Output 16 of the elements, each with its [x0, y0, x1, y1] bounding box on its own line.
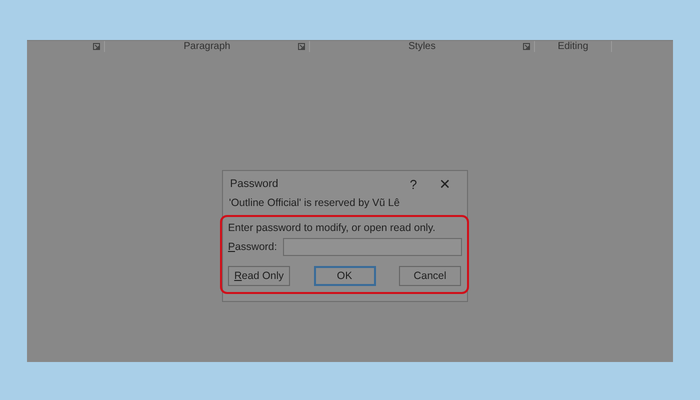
prompt-text: Enter password to modify, or open read only.	[228, 222, 436, 234]
dialog-title: Password	[230, 178, 280, 190]
ribbon-group-label: Styles	[408, 41, 436, 52]
help-button[interactable]: ?	[410, 176, 417, 192]
ok-button[interactable]: OK	[314, 266, 376, 286]
read-only-button[interactable]: Read Only	[228, 266, 290, 286]
ribbon-group-label: Editing	[558, 41, 588, 52]
password-label: Password:	[228, 241, 278, 253]
close-button[interactable]: ✕	[439, 176, 451, 192]
dialog-launcher-icon[interactable]	[523, 43, 530, 50]
ribbon-group-label: Paragraph	[184, 41, 230, 52]
dialog-launcher-icon[interactable]	[298, 43, 305, 50]
cancel-button[interactable]: Cancel	[399, 266, 461, 286]
reserved-message: 'Outline Official' is reserved by Vũ Lê	[228, 197, 401, 211]
dialog-launcher-icon[interactable]	[93, 43, 100, 50]
password-field[interactable]	[283, 238, 462, 256]
